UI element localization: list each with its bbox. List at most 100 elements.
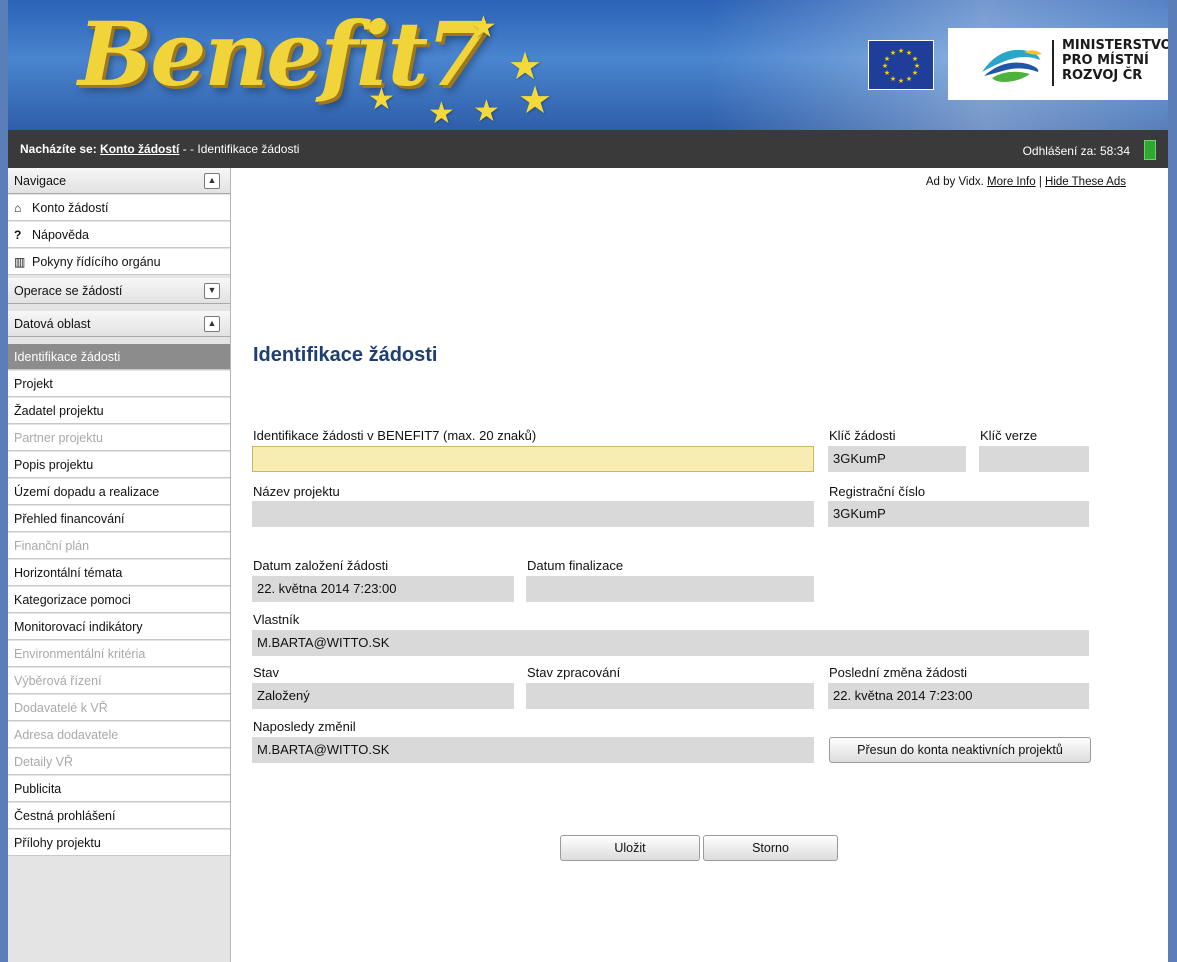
sidebar-item-data-7: Finanční plán xyxy=(8,533,230,559)
sidebar-item-data-11: Environmentální kritéria xyxy=(8,641,230,667)
expand-down-icon[interactable]: ▼ xyxy=(204,283,220,299)
sidebar-header-label: Navigace xyxy=(14,174,67,188)
book-icon: ▥ xyxy=(14,255,26,269)
sidebar-item-pokyny[interactable]: ▥ Pokyny řídícího orgánu xyxy=(8,249,230,275)
save-button[interactable]: Uložit xyxy=(560,835,700,861)
sidebar-item-label: Finanční plán xyxy=(14,539,90,553)
id-label: Identifikace žádosti v BENEFIT7 (max. 20… xyxy=(253,428,537,443)
star-decoration: ★ xyxy=(368,83,395,116)
cancel-button[interactable]: Storno xyxy=(703,835,838,861)
sidebar-item-napoveda[interactable]: ? Nápověda xyxy=(8,222,230,248)
id-input[interactable] xyxy=(252,446,814,472)
sidebar-item-data-2[interactable]: Žadatel projektu xyxy=(8,398,230,424)
sidebar-item-data-6[interactable]: Přehled financování xyxy=(8,506,230,532)
sidebar-item-label: Kategorizace pomoci xyxy=(14,593,131,607)
svg-text:★: ★ xyxy=(898,77,904,85)
ad-separator: | xyxy=(1038,176,1042,188)
processing-field xyxy=(526,683,814,709)
star-decoration: ★ xyxy=(518,80,553,122)
reg-number-label: Registrační číslo xyxy=(829,484,926,499)
benefit7-logo: Benefit7 xyxy=(78,2,487,106)
state-field: Založený xyxy=(252,683,514,709)
header-banner: Benefit7 ★ ★ ★ ★ ★ ★ ★ ★ ★ ★ ★ ★ ★ ★ ★ ★ ★ ★ MIN… xyxy=(8,0,1168,130)
version-key-label: Klíč verze xyxy=(980,428,1038,443)
sidebar-item-data-13: Dodavatelé k VŘ xyxy=(8,695,230,721)
sidebar-item-label: Čestná prohlášení xyxy=(14,809,116,823)
sidebar-item-label: Detaily VŘ xyxy=(14,755,74,769)
breadcrumb-current: Identifikace žádosti xyxy=(197,142,300,156)
svg-text:★: ★ xyxy=(890,75,896,83)
svg-text:★: ★ xyxy=(890,49,896,57)
sidebar-item-data-18[interactable]: Přílohy projektu xyxy=(8,830,230,856)
sidebar-item-label: Přílohy projektu xyxy=(14,836,101,850)
sidebar-item-label: Adresa dodavatele xyxy=(14,728,119,742)
last-change-field: 22. května 2014 7:23:00 xyxy=(828,683,1089,709)
key-label: Klíč žádosti xyxy=(829,428,896,443)
sidebar-header-label: Operace se žádostí xyxy=(14,284,123,298)
sidebar: Navigace ▲ ⌂ Konto žádostí ? Nápověda ▥ Pok… xyxy=(8,168,231,962)
sidebar-item-data-10[interactable]: Monitorovací indikátory xyxy=(8,614,230,640)
star-decoration: ★ xyxy=(428,97,455,130)
ministry-logo: MINISTERSTVO PRO MÍSTNÍ ROZVOJ ČR xyxy=(948,28,1168,100)
sidebar-item-data-8[interactable]: Horizontální témata xyxy=(8,560,230,586)
sidebar-header-datova-oblast[interactable]: Datová oblast ▲ xyxy=(8,311,230,337)
sidebar-item-data-4[interactable]: Popis projektu xyxy=(8,452,230,478)
project-name-field xyxy=(252,501,814,527)
sidebar-item-label: Přehled financování xyxy=(14,512,125,526)
created-field: 22. května 2014 7:23:00 xyxy=(252,576,514,602)
star-decoration: ★ xyxy=(473,95,500,128)
breadcrumb: Nacházíte se: Konto žádostí - - Identifi… xyxy=(20,142,299,156)
ad-hide-link[interactable]: Hide These Ads xyxy=(1045,176,1126,188)
sidebar-item-data-0[interactable]: Identifikace žádosti xyxy=(8,344,230,370)
processing-label: Stav zpracování xyxy=(527,665,621,680)
svg-text:★: ★ xyxy=(906,75,912,83)
eu-flag-icon: ★ ★ ★ ★ ★ ★ ★ ★ ★ ★ ★ ★ xyxy=(868,40,934,90)
window-frame-right xyxy=(1168,0,1177,962)
sidebar-item-data-5[interactable]: Území dopadu a realizace xyxy=(8,479,230,505)
sidebar-item-label: Partner projektu xyxy=(14,431,103,445)
home-icon: ⌂ xyxy=(14,201,22,215)
sidebar-item-label: Dodavatelé k VŘ xyxy=(14,701,108,715)
sidebar-item-data-1[interactable]: Projekt xyxy=(8,371,230,397)
window-frame-left xyxy=(0,0,8,962)
ad-more-info-link[interactable]: More Info xyxy=(987,176,1036,188)
status-bar: Nacházíte se: Konto žádostí - - Identifi… xyxy=(8,130,1168,168)
sidebar-item-label: Horizontální témata xyxy=(14,566,123,580)
sidebar-header-navigace[interactable]: Navigace ▲ xyxy=(8,168,230,194)
owner-label: Vlastník xyxy=(253,612,300,627)
sidebar-item-label: Publicita xyxy=(14,782,62,796)
breadcrumb-separator: - - xyxy=(182,142,195,156)
reg-number-field: 3GKumP xyxy=(828,501,1089,527)
logout-time: 58:34 xyxy=(1099,144,1130,158)
star-decoration: ★ xyxy=(470,11,497,44)
finalized-field xyxy=(526,576,814,602)
sidebar-item-data-9[interactable]: Kategorizace pomoci xyxy=(8,587,230,613)
sidebar-item-data-14: Adresa dodavatele xyxy=(8,722,230,748)
sidebar-item-data-15: Detaily VŘ xyxy=(8,749,230,775)
sidebar-item-label: Žadatel projektu xyxy=(14,404,104,418)
breadcrumb-link-konto[interactable]: Konto žádostí xyxy=(100,142,179,156)
move-to-inactive-button[interactable]: Přesun do konta neaktivních projektů xyxy=(829,737,1091,763)
collapse-up-icon[interactable]: ▲ xyxy=(204,316,220,332)
ministry-emblem-icon xyxy=(982,49,1042,82)
sidebar-item-konto[interactable]: ⌂ Konto žádostí xyxy=(8,195,230,221)
sidebar-item-data-3: Partner projektu xyxy=(8,425,230,451)
help-icon: ? xyxy=(14,228,22,242)
ministry-name-line: MINISTERSTVO xyxy=(1062,38,1168,53)
sidebar-item-data-17[interactable]: Čestná prohlášení xyxy=(8,803,230,829)
changed-by-label: Naposledy změnil xyxy=(253,719,356,734)
sidebar-item-data-16[interactable]: Publicita xyxy=(8,776,230,802)
logout-label: Odhlášení za: xyxy=(1022,144,1097,158)
finalized-label: Datum finalizace xyxy=(527,558,624,573)
key-field: 3GKumP xyxy=(828,446,966,472)
sidebar-item-label: Konto žádostí xyxy=(32,201,109,215)
sidebar-header-operace[interactable]: Operace se žádostí ▼ xyxy=(8,278,230,304)
collapse-up-icon[interactable]: ▲ xyxy=(204,173,220,189)
sidebar-item-label: Identifikace žádosti xyxy=(14,350,121,364)
svg-text:★: ★ xyxy=(882,62,888,70)
last-change-label: Poslední změna žádosti xyxy=(829,665,968,680)
project-name-label: Název projektu xyxy=(253,484,340,499)
sidebar-item-label: Pokyny řídícího orgánu xyxy=(32,255,161,269)
sidebar-header-label: Datová oblast xyxy=(14,317,91,331)
svg-text:★: ★ xyxy=(898,47,904,55)
